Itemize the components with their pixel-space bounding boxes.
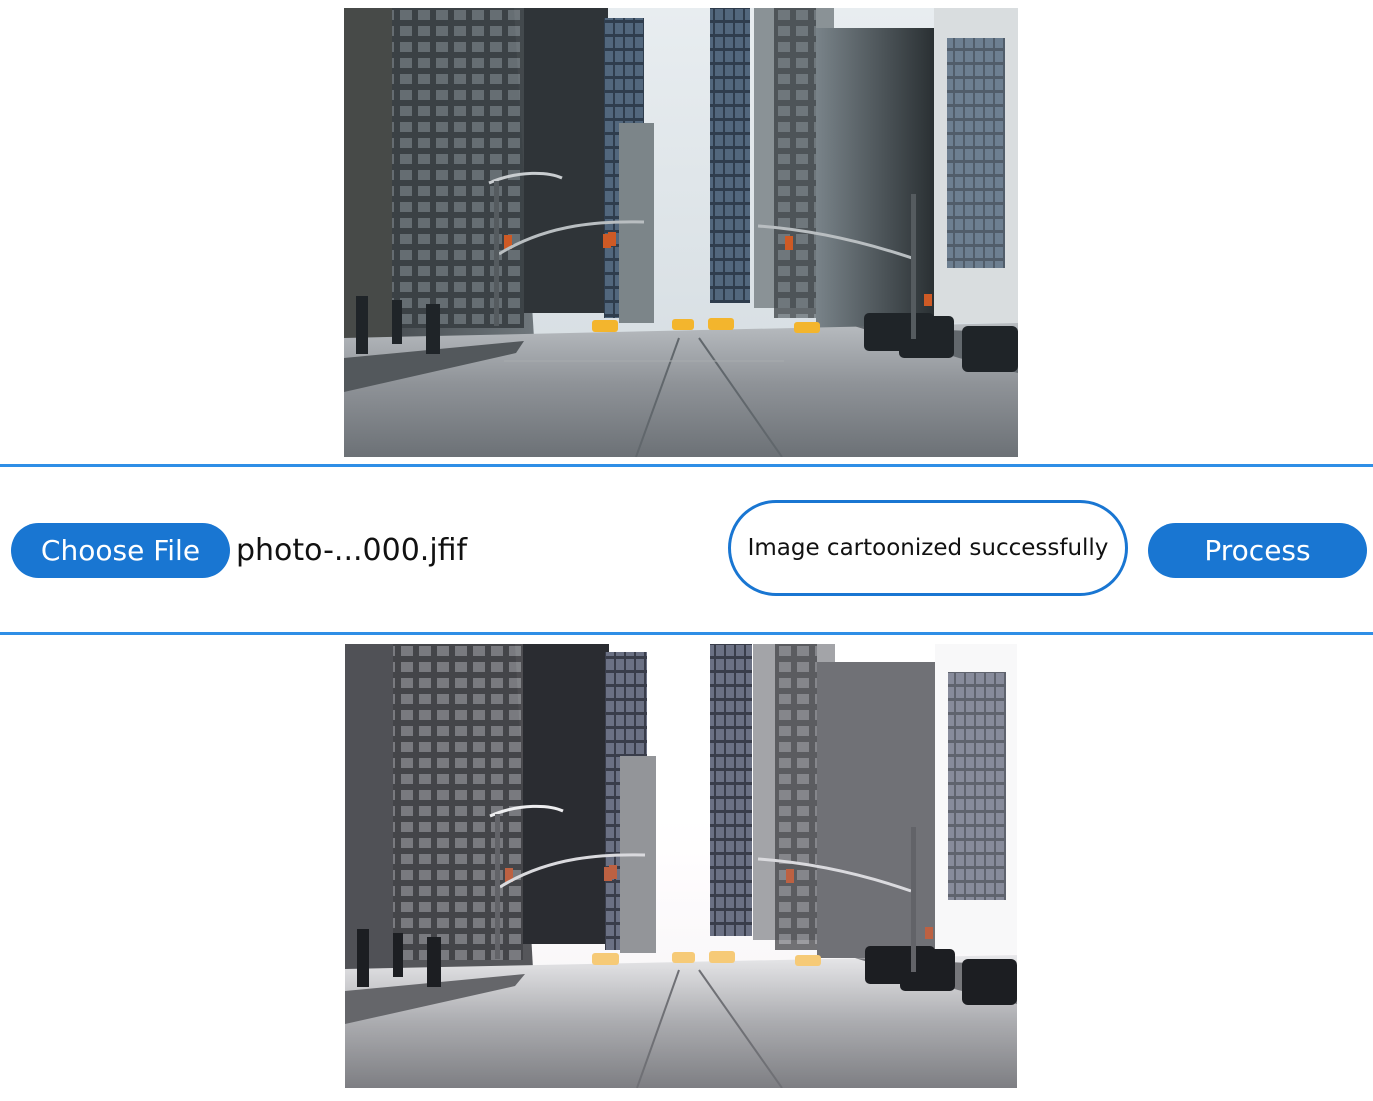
choose-file-button[interactable]: Choose File (11, 523, 230, 578)
status-message: Image cartoonized successfully (728, 500, 1128, 596)
processed-image (345, 644, 1017, 1088)
selected-file-name: photo-...000.jfif (236, 533, 468, 568)
bottom-divider (0, 632, 1373, 635)
cartoonizer-page: Choose File photo-...000.jfif Image cart… (0, 0, 1373, 1101)
top-divider (0, 464, 1373, 467)
original-image (344, 8, 1018, 457)
cartoonized-city-street-image (345, 644, 1017, 1088)
original-city-street-image (344, 8, 1018, 457)
process-button[interactable]: Process (1148, 523, 1367, 578)
